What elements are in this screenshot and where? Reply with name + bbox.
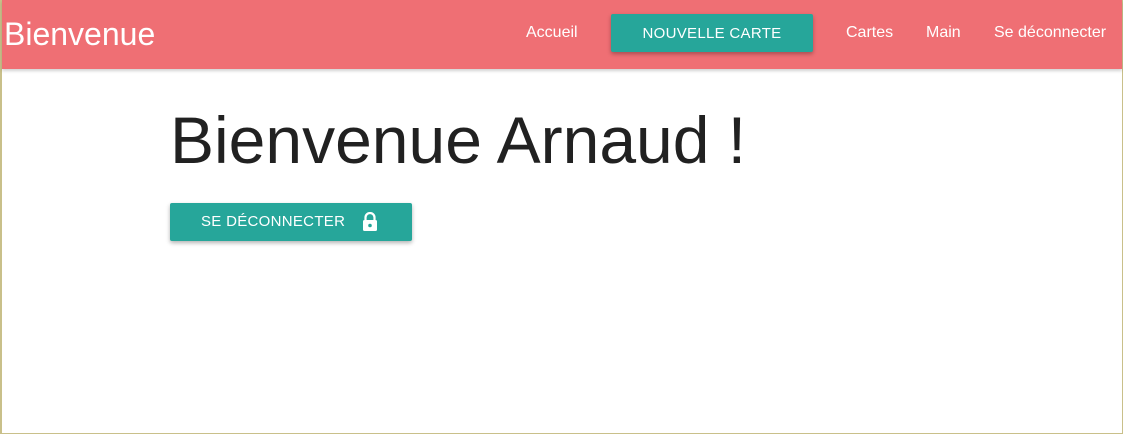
logout-button[interactable]: SE DÉCONNECTER [170,203,412,241]
welcome-heading: Bienvenue Arnaud ! [170,103,747,177]
new-card-button[interactable]: NOUVELLE CARTE [611,14,813,52]
top-navbar: Bienvenue Accueil NOUVELLE CARTE Cartes … [2,0,1122,69]
brand-logo[interactable]: Bienvenue [4,14,155,54]
nav-link-cards[interactable]: Cartes [846,22,893,44]
logout-button-label: SE DÉCONNECTER [201,213,346,230]
nav-link-home[interactable]: Accueil [526,22,578,44]
lock-icon [361,211,379,232]
nav-link-hand[interactable]: Main [926,22,961,44]
nav-link-logout[interactable]: Se déconnecter [994,22,1106,44]
